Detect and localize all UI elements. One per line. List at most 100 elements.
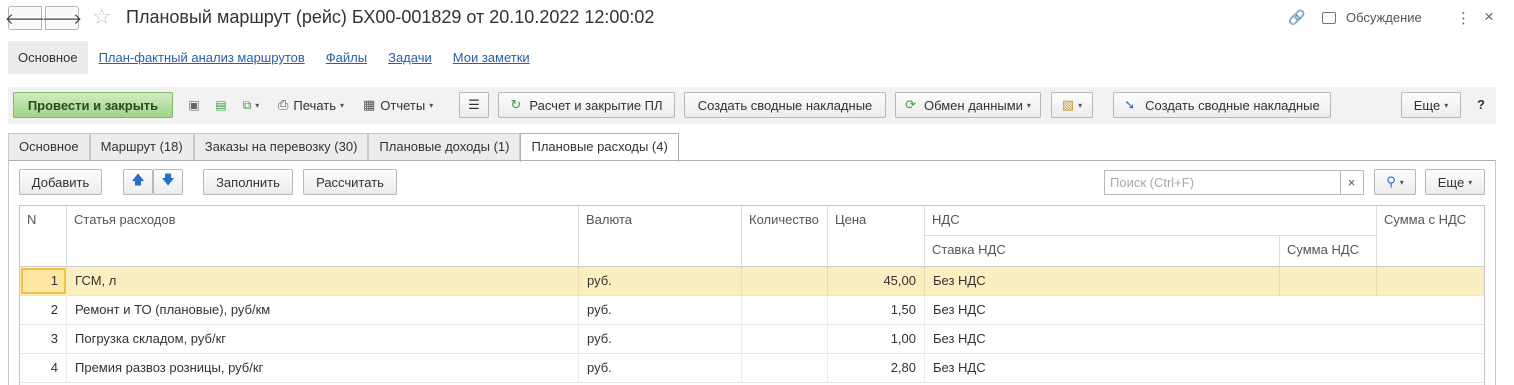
add-button[interactable]: Добавить xyxy=(19,169,102,195)
save-icon[interactable]: ▣ xyxy=(185,96,203,114)
tab-planned-income[interactable]: Плановые доходы (1) xyxy=(368,133,521,161)
cell-currency: руб. xyxy=(587,331,612,346)
print-button[interactable]: ⎙ Печать ▾ xyxy=(278,92,344,118)
header-sum-with-vat[interactable]: Сумма с НДС xyxy=(1377,206,1466,227)
arrow-down-icon: 🡇 xyxy=(161,172,175,187)
section-main[interactable]: Основное xyxy=(8,41,88,74)
header-quantity[interactable]: Количество xyxy=(742,206,819,227)
command-bar: Провести и закрыть ▣ ▤ ⧉ ▾ ⎙ Печать ▾ ▦ От… xyxy=(8,87,1496,124)
header-currency[interactable]: Валюта xyxy=(579,206,632,227)
cell-quantity xyxy=(742,354,820,382)
create-based-icon[interactable]: ⧉ ▾ xyxy=(242,96,260,114)
discuss-label: Обсуждение xyxy=(1346,10,1422,25)
reports-icon: ▦ xyxy=(363,97,376,112)
cell-sum xyxy=(1377,325,1477,353)
back-button[interactable]: 🡐 xyxy=(4,6,46,30)
printer-icon: ⎙ xyxy=(278,97,289,112)
tab-route[interactable]: Маршрут (18) xyxy=(89,133,194,161)
section-link-plan-fact[interactable]: План-фактный анализ маршрутов xyxy=(99,50,305,65)
header-vat[interactable]: НДС xyxy=(925,206,960,227)
table-row[interactable]: 2 Ремонт и ТО (плановые), руб/км руб. 1,… xyxy=(20,296,1484,325)
arrow-left-icon: 🡐 xyxy=(4,10,46,28)
header-price[interactable]: Цена xyxy=(828,206,866,227)
cell-vat-rate: Без НДС xyxy=(933,273,986,288)
cell-vat-amount xyxy=(1280,296,1370,324)
create-summary-invoices-button-2[interactable]: ➘ Создать сводные накладные xyxy=(1113,92,1331,118)
star-icon[interactable]: ☆ xyxy=(92,4,112,30)
cell-currency: руб. xyxy=(587,302,612,317)
table-more-button[interactable]: Еще ▾ xyxy=(1425,169,1485,195)
cell-vat-rate: Без НДС xyxy=(933,331,986,346)
expenses-table: N Статья расходов Валюта Количество Цена… xyxy=(19,205,1485,385)
cell-price: 1,50 xyxy=(890,302,916,317)
cell-currency: руб. xyxy=(587,360,612,375)
cell-item: ГСМ, л xyxy=(75,273,117,288)
arrow-curve-icon: ➘ xyxy=(1124,97,1136,112)
refresh-icon: ↻ xyxy=(510,97,522,112)
search-input[interactable] xyxy=(1105,171,1337,194)
title-bar: 🡐 🡒 ☆ Плановый маршрут (рейс) БХ00-00182… xyxy=(0,0,1514,36)
move-up-button[interactable]: 🡅 xyxy=(123,169,153,195)
document-clock-icon: ▧ xyxy=(1061,97,1075,112)
cell-price: 45,00 xyxy=(883,273,916,288)
link-icon[interactable]: 🔗 xyxy=(1288,9,1305,26)
section-link-notes[interactable]: Мои заметки xyxy=(453,50,530,65)
cell-sum xyxy=(1377,267,1477,295)
cell-sum xyxy=(1377,354,1477,382)
reports-button[interactable]: ▦ Отчеты ▾ xyxy=(363,92,433,118)
cell-n: 2 xyxy=(50,302,58,317)
create-summary-invoices-button-1[interactable]: Создать сводные накладные xyxy=(684,92,886,118)
tab-main[interactable]: Основное xyxy=(8,133,90,161)
table-row[interactable]: 3 Погрузка складом, руб/кг руб. 1,00 Без… xyxy=(20,325,1484,354)
section-nav: Основное План-фактный анализ маршрутов Ф… xyxy=(8,41,540,74)
table-row[interactable]: 4 Премия развоз розницы, руб/кг руб. 2,8… xyxy=(20,354,1484,383)
page-title: Плановый маршрут (рейс) БХ00-001829 от 2… xyxy=(126,7,655,27)
tab-planned-expenses[interactable]: Плановые расходы (4) xyxy=(520,133,679,162)
tab-orders[interactable]: Заказы на перевозку (30) xyxy=(193,133,369,161)
section-link-tasks[interactable]: Задачи xyxy=(388,50,432,65)
cell-item: Премия развоз розницы, руб/кг xyxy=(75,360,264,375)
cell-currency: руб. xyxy=(587,273,612,288)
calculate-button[interactable]: Рассчитать xyxy=(303,169,397,195)
search-icon: ⚲ xyxy=(1386,174,1396,189)
move-down-button[interactable]: 🡇 xyxy=(153,169,183,195)
calc-close-pl-button[interactable]: ↻ Расчет и закрытие ПЛ xyxy=(498,92,675,118)
sync-icon: ⟳ xyxy=(905,97,916,112)
header-expense-item[interactable]: Статья расходов xyxy=(67,206,176,227)
close-icon[interactable]: × xyxy=(1484,7,1494,27)
header-n[interactable]: N xyxy=(20,206,36,227)
cell-vat-rate: Без НДС xyxy=(933,360,986,375)
arrow-right-icon: 🡒 xyxy=(41,10,83,28)
search-box: × xyxy=(1104,170,1364,195)
cell-quantity xyxy=(742,267,820,295)
post-and-close-button[interactable]: Провести и закрыть xyxy=(13,92,173,118)
tab-strip: Основное Маршрут (18) Заказы на перевозк… xyxy=(8,133,679,162)
header-vat-rate[interactable]: Ставка НДС xyxy=(925,236,1006,257)
search-options-button[interactable]: ⚲ ▾ xyxy=(1374,169,1416,195)
cell-vat-amount xyxy=(1280,267,1370,295)
chat-icon xyxy=(1322,11,1336,24)
cell-item: Ремонт и ТО (плановые), руб/км xyxy=(75,302,271,317)
list-view-button[interactable]: ☰ xyxy=(459,92,489,118)
help-icon[interactable]: ? xyxy=(1477,97,1485,112)
attachments-button[interactable]: ▧ ▾ xyxy=(1051,92,1093,118)
forward-button[interactable]: 🡒 xyxy=(41,6,83,30)
cell-sum xyxy=(1377,296,1477,324)
arrow-up-icon: 🡅 xyxy=(131,172,145,187)
cell-price: 2,80 xyxy=(890,360,916,375)
kebab-icon[interactable]: ⋮ xyxy=(1456,9,1471,27)
cell-quantity xyxy=(742,325,820,353)
header-vat-amount[interactable]: Сумма НДС xyxy=(1280,236,1359,257)
section-link-files[interactable]: Файлы xyxy=(326,50,367,65)
cell-vat-rate: Без НДС xyxy=(933,302,986,317)
post-icon[interactable]: ▤ xyxy=(212,96,230,114)
fill-button[interactable]: Заполнить xyxy=(203,169,293,195)
cell-vat-amount xyxy=(1280,325,1370,353)
cell-n: 3 xyxy=(50,331,58,346)
more-button[interactable]: Еще ▾ xyxy=(1401,92,1461,118)
table-row[interactable]: 1 ГСМ, л руб. 45,00 Без НДС xyxy=(20,267,1484,296)
discuss-button[interactable]: Обсуждение xyxy=(1322,10,1422,25)
cell-quantity xyxy=(742,296,820,324)
exchange-data-button[interactable]: ⟳ Обмен данными ▾ xyxy=(895,92,1041,118)
search-clear-button[interactable]: × xyxy=(1340,171,1362,194)
